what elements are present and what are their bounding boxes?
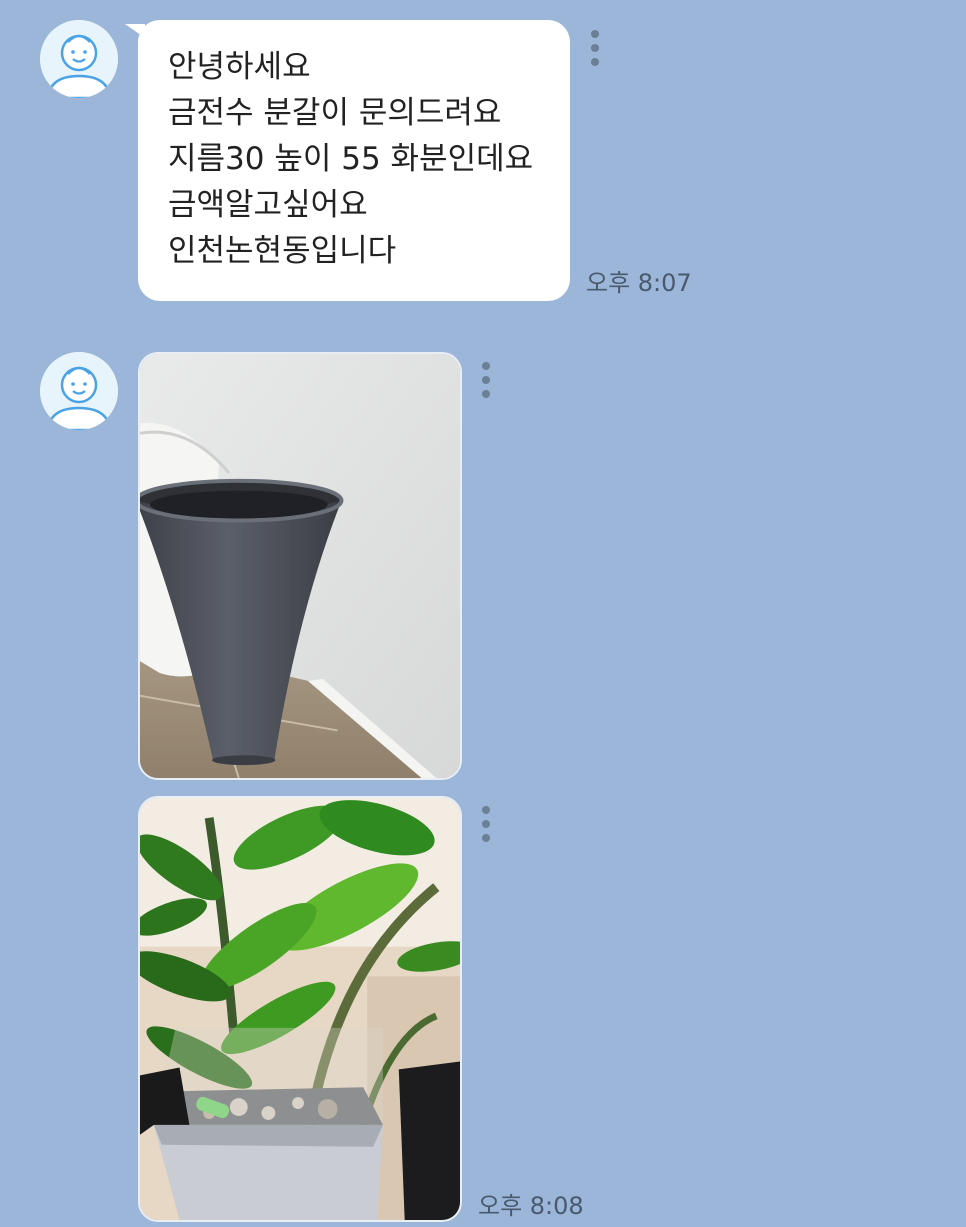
message-timestamp: 오후 8:07 [586, 269, 692, 297]
message-line: 지름30 높이 55 화분인데요 [168, 141, 534, 177]
sender-avatar[interactable] [40, 20, 118, 98]
vertical-dots-icon [482, 362, 490, 370]
message-options-button[interactable] [481, 806, 491, 846]
default-profile-icon [40, 352, 118, 430]
message-timestamp: 오후 8:08 [478, 1192, 584, 1220]
message-line: 인천논현동입니다 [168, 233, 397, 269]
message-line: 금액알고싶어요 [168, 187, 368, 223]
vertical-dots-icon [482, 806, 490, 814]
message-line: 금전수 분갈이 문의드려요 [168, 95, 502, 131]
photo-image [140, 354, 460, 778]
bubble-tail [125, 24, 145, 38]
photo-image [140, 798, 460, 1220]
sender-avatar[interactable] [40, 352, 118, 430]
default-profile-icon [40, 20, 118, 98]
message-options-button[interactable] [481, 362, 491, 402]
gray-tall-planter-photo[interactable] [138, 352, 462, 780]
message-options-button[interactable] [590, 30, 600, 70]
message-bubble[interactable]: 안녕하세요 금전수 분갈이 문의드려요 지름30 높이 55 화분인데요 금액알… [125, 20, 570, 301]
zz-plant-square-pot-photo[interactable] [138, 796, 462, 1222]
vertical-dots-icon [591, 30, 599, 38]
message-line: 안녕하세요 [168, 49, 311, 85]
